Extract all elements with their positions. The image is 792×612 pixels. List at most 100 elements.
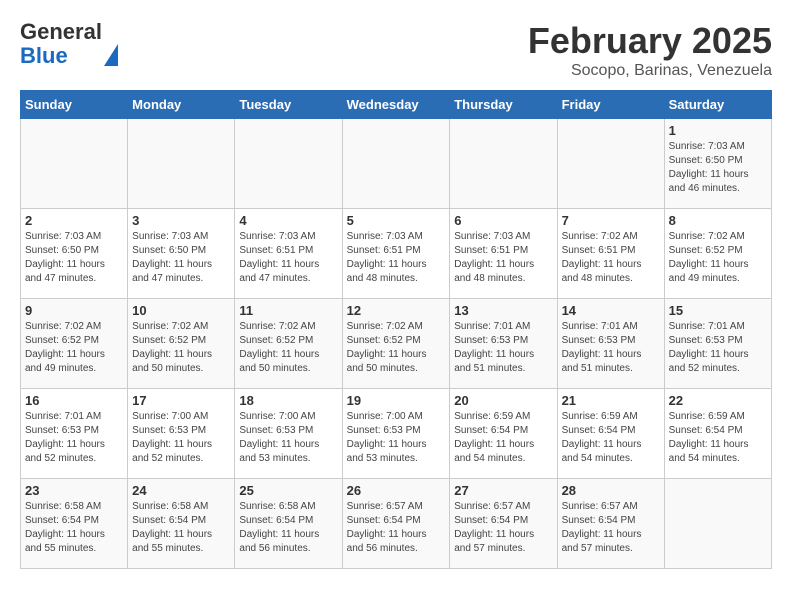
calendar-cell: 23 Sunrise: 6:58 AM Sunset: 6:54 PM Dayli…: [21, 479, 128, 569]
day-number: 10: [132, 303, 230, 318]
calendar-cell: 27 Sunrise: 6:57 AM Sunset: 6:54 PM Dayli…: [450, 479, 557, 569]
logo-general: General: [20, 19, 102, 44]
day-info: Sunrise: 6:57 AM Sunset: 6:54 PM Dayligh…: [454, 500, 552, 556]
calendar-cell: 20Sunrise: 6:59 AM Sunset: 6:54 PM Dayli…: [450, 389, 557, 479]
logo-blue: Blue: [20, 43, 68, 68]
day-number: 19: [347, 393, 446, 408]
calendar-cell: 15 Sunrise: 7:01 AM Sunset: 6:53 PM Dayli…: [664, 299, 771, 389]
location-subtitle: Socopo, Barinas, Venezuela: [528, 62, 772, 80]
day-info: Sunrise: 7:03 AM Sunset: 6:51 PM Dayligh…: [454, 230, 552, 286]
day-number: 6: [454, 213, 552, 228]
day-number: 25: [239, 483, 337, 498]
calendar-cell: 24 Sunrise: 6:58 AM Sunset: 6:54 PM Dayli…: [128, 479, 235, 569]
calendar-cell: 18Sunrise: 7:00 AM Sunset: 6:53 PM Dayli…: [235, 389, 342, 479]
weekday-header-saturday: Saturday: [664, 91, 771, 119]
calendar-cell: 17 Sunrise: 7:00 AM Sunset: 6:53 PM Dayli…: [128, 389, 235, 479]
day-info: Sunrise: 7:00 AM Sunset: 6:53 PM Dayligh…: [132, 410, 230, 466]
month-title: February 2025: [528, 20, 772, 62]
day-number: 27: [454, 483, 552, 498]
calendar-cell: 26 Sunrise: 6:57 AM Sunset: 6:54 PM Dayli…: [342, 479, 450, 569]
day-number: 7: [562, 213, 660, 228]
day-info: Sunrise: 7:02 AM Sunset: 6:52 PM Dayligh…: [347, 320, 446, 376]
day-number: 1: [669, 123, 767, 138]
calendar-cell: 6 Sunrise: 7:03 AM Sunset: 6:51 PM Daylig…: [450, 209, 557, 299]
calendar-table: SundayMondayTuesdayWednesdayThursdayFrid…: [20, 90, 772, 569]
day-info: Sunrise: 7:00 AM Sunset: 6:53 PM Dayligh…: [239, 410, 337, 466]
day-number: 12: [347, 303, 446, 318]
day-number: 11: [239, 303, 337, 318]
day-number: 14: [562, 303, 660, 318]
day-info: Sunrise: 7:02 AM Sunset: 6:52 PM Dayligh…: [25, 320, 123, 376]
calendar-week-5: 23 Sunrise: 6:58 AM Sunset: 6:54 PM Dayli…: [21, 479, 772, 569]
day-info: Sunrise: 7:01 AM Sunset: 6:53 PM Dayligh…: [669, 320, 767, 376]
day-info: Sunrise: 7:02 AM Sunset: 6:52 PM Dayligh…: [669, 230, 767, 286]
day-number: 23: [25, 483, 123, 498]
day-number: 15: [669, 303, 767, 318]
calendar-cell: 21 Sunrise: 6:59 AM Sunset: 6:54 PM Dayli…: [557, 389, 664, 479]
day-info: Sunrise: 6:57 AM Sunset: 6:54 PM Dayligh…: [347, 500, 446, 556]
day-info: Sunrise: 7:02 AM Sunset: 6:52 PM Dayligh…: [132, 320, 230, 376]
calendar-cell: [342, 119, 450, 209]
day-info: Sunrise: 7:00 AM Sunset: 6:53 PM Dayligh…: [347, 410, 446, 466]
calendar-cell: 12 Sunrise: 7:02 AM Sunset: 6:52 PM Dayli…: [342, 299, 450, 389]
day-info: Sunrise: 7:01 AM Sunset: 6:53 PM Dayligh…: [25, 410, 123, 466]
calendar-cell: 16 Sunrise: 7:01 AM Sunset: 6:53 PM Dayli…: [21, 389, 128, 479]
calendar-week-4: 16 Sunrise: 7:01 AM Sunset: 6:53 PM Dayli…: [21, 389, 772, 479]
day-info: Sunrise: 7:02 AM Sunset: 6:52 PM Dayligh…: [239, 320, 337, 376]
day-info: Sunrise: 7:03 AM Sunset: 6:50 PM Dayligh…: [669, 140, 767, 196]
calendar-cell: [128, 119, 235, 209]
day-number: 28: [562, 483, 660, 498]
logo-icon: [104, 19, 118, 66]
day-info: Sunrise: 6:58 AM Sunset: 6:54 PM Dayligh…: [25, 500, 123, 556]
calendar-cell: 13Sunrise: 7:01 AM Sunset: 6:53 PM Dayli…: [450, 299, 557, 389]
calendar-cell: 8Sunrise: 7:02 AM Sunset: 6:52 PM Daylig…: [664, 209, 771, 299]
page-header: General Blue February 2025 Socopo, Barin…: [20, 20, 772, 80]
calendar-cell: 5 Sunrise: 7:03 AM Sunset: 6:51 PM Daylig…: [342, 209, 450, 299]
title-section: February 2025 Socopo, Barinas, Venezuela: [528, 20, 772, 80]
day-info: Sunrise: 7:03 AM Sunset: 6:50 PM Dayligh…: [132, 230, 230, 286]
day-number: 13: [454, 303, 552, 318]
calendar-cell: 9 Sunrise: 7:02 AM Sunset: 6:52 PM Daylig…: [21, 299, 128, 389]
day-info: Sunrise: 7:03 AM Sunset: 6:50 PM Dayligh…: [25, 230, 123, 286]
calendar-cell: 22 Sunrise: 6:59 AM Sunset: 6:54 PM Dayli…: [664, 389, 771, 479]
day-number: 20: [454, 393, 552, 408]
calendar-cell: 14 Sunrise: 7:01 AM Sunset: 6:53 PM Dayli…: [557, 299, 664, 389]
calendar-cell: 19 Sunrise: 7:00 AM Sunset: 6:53 PM Dayli…: [342, 389, 450, 479]
calendar-cell: 1 Sunrise: 7:03 AM Sunset: 6:50 PM Daylig…: [664, 119, 771, 209]
calendar-week-2: 2 Sunrise: 7:03 AM Sunset: 6:50 PM Daylig…: [21, 209, 772, 299]
calendar-cell: 25 Sunrise: 6:58 AM Sunset: 6:54 PM Dayli…: [235, 479, 342, 569]
calendar-cell: 28 Sunrise: 6:57 AM Sunset: 6:54 PM Dayli…: [557, 479, 664, 569]
calendar-cell: [21, 119, 128, 209]
day-number: 2: [25, 213, 123, 228]
calendar-cell: 3 Sunrise: 7:03 AM Sunset: 6:50 PM Daylig…: [128, 209, 235, 299]
day-number: 16: [25, 393, 123, 408]
day-info: Sunrise: 6:59 AM Sunset: 6:54 PM Dayligh…: [669, 410, 767, 466]
calendar-cell: [664, 479, 771, 569]
day-number: 24: [132, 483, 230, 498]
logo-text: General Blue: [20, 20, 118, 68]
day-number: 17: [132, 393, 230, 408]
weekday-header-monday: Monday: [128, 91, 235, 119]
day-info: Sunrise: 6:59 AM Sunset: 6:54 PM Dayligh…: [562, 410, 660, 466]
day-info: Sunrise: 7:03 AM Sunset: 6:51 PM Dayligh…: [239, 230, 337, 286]
calendar-cell: [450, 119, 557, 209]
weekday-header-friday: Friday: [557, 91, 664, 119]
day-info: Sunrise: 7:02 AM Sunset: 6:51 PM Dayligh…: [562, 230, 660, 286]
day-number: 9: [25, 303, 123, 318]
day-number: 5: [347, 213, 446, 228]
calendar-week-3: 9 Sunrise: 7:02 AM Sunset: 6:52 PM Daylig…: [21, 299, 772, 389]
weekday-header-thursday: Thursday: [450, 91, 557, 119]
day-info: Sunrise: 6:58 AM Sunset: 6:54 PM Dayligh…: [239, 500, 337, 556]
day-info: Sunrise: 6:57 AM Sunset: 6:54 PM Dayligh…: [562, 500, 660, 556]
calendar-cell: [557, 119, 664, 209]
weekday-header-sunday: Sunday: [21, 91, 128, 119]
day-number: 26: [347, 483, 446, 498]
day-number: 3: [132, 213, 230, 228]
day-info: Sunrise: 7:01 AM Sunset: 6:53 PM Dayligh…: [562, 320, 660, 376]
day-number: 22: [669, 393, 767, 408]
day-info: Sunrise: 6:58 AM Sunset: 6:54 PM Dayligh…: [132, 500, 230, 556]
weekday-header-wednesday: Wednesday: [342, 91, 450, 119]
day-number: 21: [562, 393, 660, 408]
day-info: Sunrise: 7:03 AM Sunset: 6:51 PM Dayligh…: [347, 230, 446, 286]
calendar-cell: 4Sunrise: 7:03 AM Sunset: 6:51 PM Daylig…: [235, 209, 342, 299]
